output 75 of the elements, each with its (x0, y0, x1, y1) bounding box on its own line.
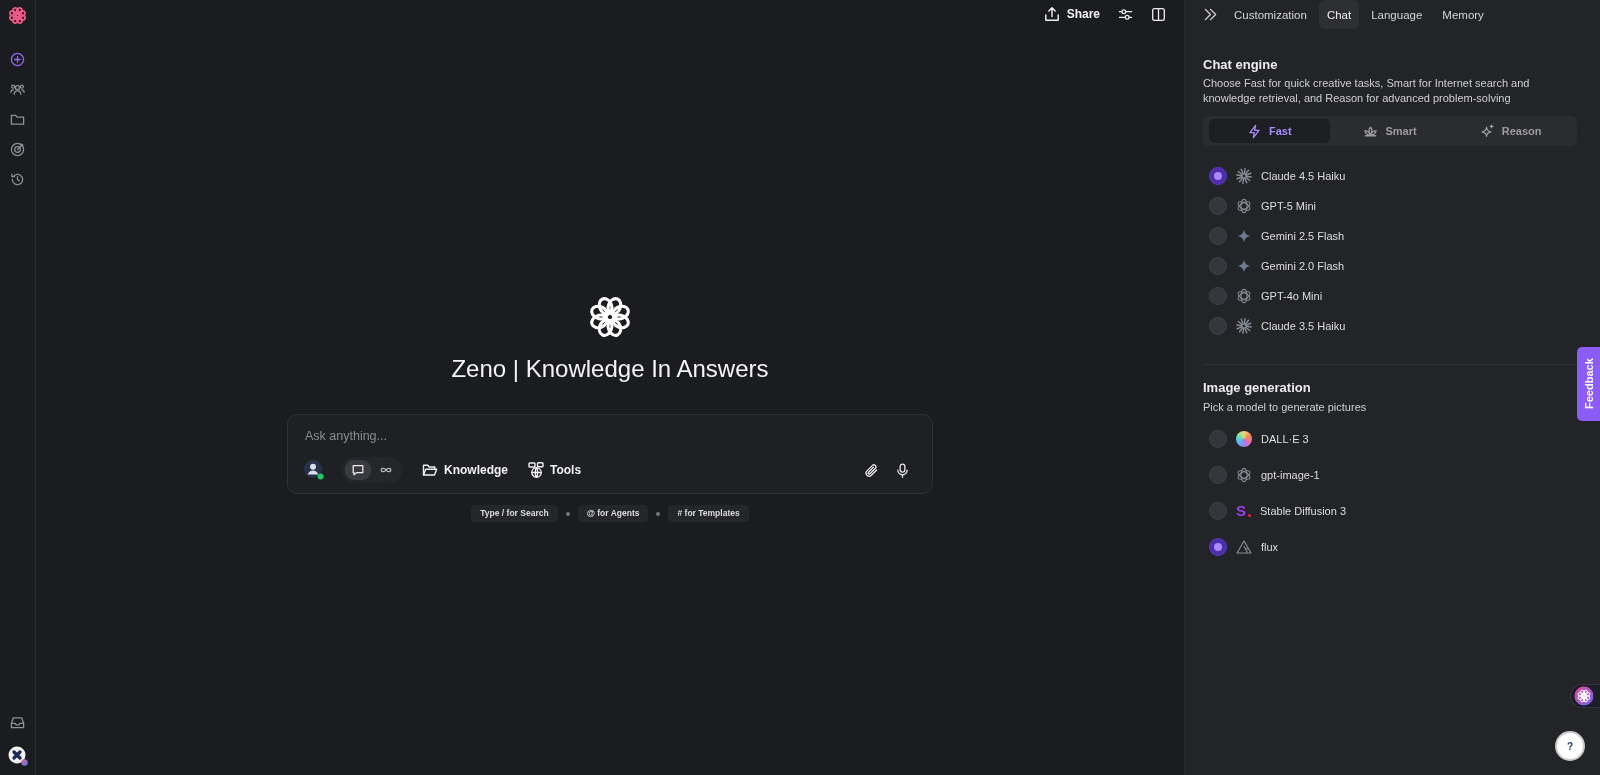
radio-button[interactable] (1209, 502, 1227, 520)
message-input[interactable]: Ask anything... (304, 426, 916, 446)
model-name: Gemini 2.5 Flash (1261, 230, 1345, 242)
section-description: Pick a model to generate pictures (1203, 400, 1368, 415)
model-name: DALL·E 3 (1261, 433, 1309, 445)
flower-logo-icon[interactable] (8, 6, 27, 25)
radio-button[interactable] (1209, 466, 1227, 484)
model-name: GPT-4o Mini (1261, 290, 1323, 302)
engine-mode-tab[interactable]: Smart (1329, 119, 1451, 143)
page-title: Zeno | Knowledge In Answers (451, 354, 769, 384)
radio-button[interactable] (1209, 227, 1227, 245)
section-title: Image generation (1203, 380, 1312, 396)
globe-icon (528, 462, 544, 478)
radio-button[interactable] (1209, 257, 1227, 275)
shortcut-hint: @ for Agents (577, 505, 649, 522)
model-name: flux (1261, 541, 1279, 553)
radio-button[interactable] (1209, 197, 1227, 215)
starburst-icon (1236, 318, 1252, 334)
settings-tab[interactable]: Customization (1226, 0, 1315, 29)
knot-icon (1236, 198, 1252, 214)
help-button[interactable]: ? (1555, 731, 1585, 761)
target-icon[interactable] (10, 142, 25, 157)
share-button[interactable]: Share (1043, 3, 1100, 25)
paperclip-icon[interactable] (864, 462, 879, 478)
model-name: GPT-5 Mini (1261, 200, 1316, 212)
radio-button[interactable] (1209, 317, 1227, 335)
radio-button[interactable] (1209, 538, 1227, 556)
open-folder-icon (422, 462, 438, 478)
shortcut-hint: Type / for Search (471, 505, 558, 522)
settings-tab[interactable]: Chat (1318, 0, 1360, 29)
speech-bubble-icon (351, 463, 365, 477)
engine-mode-tab[interactable]: Reason (1450, 119, 1571, 143)
shortcut-hint: # for Templates (668, 505, 749, 522)
people-icon[interactable] (10, 82, 25, 97)
folder-icon[interactable] (10, 112, 25, 127)
feedback-tab[interactable]: Feedback (1577, 347, 1600, 421)
section-title: Chat engine (1203, 57, 1279, 73)
sparkles-icon (1479, 123, 1495, 139)
tools-button[interactable]: Tools (528, 457, 582, 483)
model-name: Gemini 2.0 Flash (1261, 260, 1345, 272)
knowledge-button[interactable]: Knowledge (422, 457, 508, 483)
double-chevron-icon[interactable] (1203, 7, 1218, 22)
inbox-tray-icon[interactable] (10, 715, 25, 730)
separator-dot-icon (565, 511, 570, 516)
plus-circle-icon[interactable] (10, 52, 25, 67)
color-wheel-icon (1236, 431, 1252, 447)
microphone-icon[interactable] (895, 462, 910, 478)
engine-mode-tab[interactable]: Fast (1209, 119, 1330, 143)
split-panel-icon[interactable] (1151, 6, 1166, 22)
radio-button[interactable] (1209, 287, 1227, 305)
model-name: Claude 3.5 Haiku (1261, 320, 1346, 332)
sparkle-icon (1236, 228, 1252, 244)
starburst-icon (1236, 168, 1252, 184)
flower-logo-icon (1574, 686, 1594, 706)
history-icon[interactable] (10, 172, 25, 187)
radio-button[interactable] (1209, 167, 1227, 185)
settings-tab[interactable]: Language (1363, 0, 1431, 29)
knot-icon (1236, 288, 1252, 304)
radio-button[interactable] (1209, 430, 1227, 448)
model-name: gpt-image-1 (1261, 469, 1320, 481)
assistant-launcher-button[interactable] (1570, 684, 1600, 708)
separator-dot-icon (656, 511, 661, 516)
sliders-icon[interactable] (1118, 6, 1133, 22)
lightning-icon (1247, 123, 1262, 139)
section-description: Choose Fast for quick creative tasks, Smart for Internet search and knowledge retrieval, and Reason for advanced problem-solving (1203, 76, 1531, 106)
avatar-icon[interactable] (7, 746, 28, 766)
settings-tab[interactable]: Memory (1434, 0, 1492, 29)
user-avatar-icon[interactable] (304, 460, 324, 480)
model-name: Claude 4.5 Haiku (1261, 170, 1346, 182)
triangle-icon (1236, 539, 1252, 555)
chat-mode-button[interactable] (345, 460, 371, 480)
knot-icon (1236, 467, 1252, 483)
sparkle-icon (1236, 258, 1252, 274)
upload-icon (1043, 6, 1060, 22)
model-name: Stable Diffusion 3 (1260, 505, 1347, 517)
